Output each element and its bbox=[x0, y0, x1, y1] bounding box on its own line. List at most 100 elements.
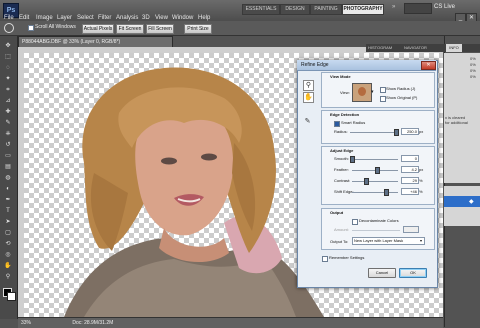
view-mode-heading: View Mode bbox=[330, 74, 351, 79]
eyedropper-tool-icon[interactable]: ⊿ bbox=[3, 97, 13, 105]
chevron-down-icon: ▾ bbox=[419, 238, 422, 243]
print-size-button[interactable]: Print Size bbox=[184, 24, 212, 34]
selected-layer-row[interactable]: ◆ bbox=[444, 196, 480, 207]
shift-edge-unit: % bbox=[419, 189, 423, 194]
shift-edge-field[interactable]: +46 bbox=[401, 188, 419, 195]
amount-field[interactable] bbox=[403, 226, 419, 233]
quick-select-tool-icon[interactable]: ✦ bbox=[3, 75, 13, 83]
dialog-close-button[interactable]: ✕ bbox=[421, 61, 436, 70]
workspace-design[interactable]: DESIGN bbox=[280, 4, 310, 15]
radius-slider-track bbox=[350, 132, 398, 133]
fit-screen-button[interactable]: Fit Screen bbox=[116, 24, 144, 34]
document-tab[interactable]: P88044ABG.DBF @ 33% (Layer 0, RGB/8*) bbox=[18, 36, 173, 47]
cs-live-button[interactable]: CS Live bbox=[434, 4, 455, 10]
status-bar: 33% Doc: 28.9M/31.2M bbox=[18, 317, 443, 328]
tab-info[interactable]: INFO bbox=[446, 44, 462, 52]
output-to-value: New Layer with Layer Mask bbox=[354, 238, 404, 243]
contrast-unit: % bbox=[419, 178, 423, 183]
type-tool-icon[interactable]: T bbox=[3, 207, 13, 215]
feather-label: Feather: bbox=[334, 167, 349, 172]
info-note: for additional bbox=[445, 120, 468, 125]
clone-stamp-icon[interactable]: ⎈ bbox=[3, 130, 13, 138]
blur-tool-icon[interactable]: ◍ bbox=[3, 174, 13, 182]
smooth-label: Smooth: bbox=[334, 156, 349, 161]
amount-label: Amount: bbox=[334, 227, 349, 232]
3d-rotate-icon[interactable]: ⟲ bbox=[3, 240, 13, 248]
scroll-all-checkbox[interactable] bbox=[28, 25, 34, 31]
dodge-tool-icon[interactable]: ◐ bbox=[3, 185, 13, 193]
info-value: 0% bbox=[470, 62, 476, 67]
ok-button[interactable]: OK bbox=[399, 268, 427, 278]
view-dropdown-chevron-icon[interactable]: ▾ bbox=[371, 89, 374, 95]
path-select-icon[interactable]: ➤ bbox=[3, 218, 13, 226]
show-original-label: Show Original (P) bbox=[386, 95, 418, 100]
hand-tool-icon[interactable]: ✋ bbox=[3, 262, 13, 270]
history-brush-icon[interactable]: ↺ bbox=[3, 141, 13, 149]
contrast-field[interactable]: 29 bbox=[401, 177, 419, 184]
smooth-slider-track bbox=[352, 159, 398, 160]
pen-tool-icon[interactable]: ✒ bbox=[3, 196, 13, 204]
adjust-edge-heading: Adjust Edge bbox=[330, 148, 354, 153]
output-heading: Output bbox=[330, 210, 344, 215]
layer-options-icon[interactable]: ◆ bbox=[469, 198, 474, 205]
feather-slider-knob[interactable] bbox=[375, 167, 380, 174]
fill-screen-button[interactable]: Fill Screen bbox=[146, 24, 174, 34]
tab-navigator[interactable]: NAVIGATOR bbox=[404, 44, 436, 52]
refine-radius-brush-icon[interactable]: ✎ bbox=[303, 117, 312, 126]
background-color-swatch[interactable] bbox=[7, 292, 16, 301]
actual-pixels-button[interactable]: Actual Pixels bbox=[82, 24, 114, 34]
cancel-button[interactable]: Cancel bbox=[368, 268, 396, 278]
search-help-field[interactable] bbox=[404, 3, 432, 14]
output-to-select[interactable]: New Layer with Layer Mask ▾ bbox=[352, 237, 425, 245]
crop-tool-icon[interactable]: ⌗ bbox=[3, 86, 13, 94]
hand-tool-icon[interactable] bbox=[4, 23, 14, 33]
workspace-chevron-icon[interactable]: » bbox=[392, 4, 395, 10]
brush-tool-icon[interactable]: ✎ bbox=[3, 119, 13, 127]
marquee-tool-icon[interactable]: ⬚ bbox=[3, 53, 13, 61]
tab-histogram[interactable]: HISTOGRAM bbox=[368, 44, 398, 52]
dialog-title: Refine Edge bbox=[297, 60, 436, 71]
healing-brush-icon[interactable]: ✚ bbox=[3, 108, 13, 116]
edge-detection-heading: Edge Detection bbox=[330, 112, 360, 117]
radius-field[interactable]: 250.0 bbox=[401, 128, 419, 135]
view-mode-thumbnail[interactable] bbox=[352, 83, 372, 102]
3d-camera-icon[interactable]: ◎ bbox=[3, 251, 13, 259]
remember-settings-checkbox[interactable] bbox=[322, 256, 328, 262]
view-thumbnail-icon bbox=[358, 87, 366, 96]
contrast-slider-knob[interactable] bbox=[364, 178, 369, 185]
smart-radius-label: Smart Radius bbox=[341, 120, 366, 125]
move-tool-icon[interactable]: ✥ bbox=[3, 42, 13, 50]
workspace-essentials[interactable]: ESSENTIALS bbox=[242, 4, 280, 15]
feather-unit: px bbox=[419, 167, 424, 172]
smart-radius-checkbox[interactable] bbox=[334, 121, 340, 127]
smooth-slider-knob[interactable] bbox=[350, 156, 355, 163]
decontaminate-checkbox[interactable] bbox=[352, 219, 358, 225]
smooth-field[interactable]: 0 bbox=[401, 155, 419, 162]
hand-tool-icon[interactable]: ✋ bbox=[303, 92, 314, 103]
output-to-label: Output To: bbox=[330, 239, 349, 244]
eraser-tool-icon[interactable]: ▭ bbox=[3, 152, 13, 160]
workspace-painting[interactable]: PAINTING bbox=[310, 4, 342, 15]
contrast-slider-track bbox=[352, 181, 398, 182]
gradient-tool-icon[interactable]: ▤ bbox=[3, 163, 13, 171]
shift-edge-slider-knob[interactable] bbox=[384, 189, 389, 196]
info-panel: 0% 0% 0% 0% x is cleared for additional bbox=[444, 53, 480, 183]
show-radius-label: Show Radius (J) bbox=[386, 86, 416, 91]
info-value: 0% bbox=[470, 56, 476, 61]
radius-slider-knob[interactable] bbox=[394, 129, 399, 136]
doc-size: Doc: 28.9M/31.2M bbox=[72, 320, 114, 326]
shape-tool-icon[interactable]: ▢ bbox=[3, 229, 13, 237]
workspace-photography[interactable]: PHOTOGRAPHY bbox=[342, 4, 384, 15]
zoom-tool-icon[interactable]: ⚲ bbox=[3, 273, 13, 281]
info-value: 0% bbox=[470, 68, 476, 73]
amount-slider-track bbox=[352, 230, 400, 231]
radius-label: Radius: bbox=[334, 129, 348, 134]
scroll-all-label: Scroll All Windows bbox=[35, 24, 76, 30]
zoom-tool-icon[interactable]: ⚲ bbox=[303, 80, 314, 91]
zoom-level[interactable]: 33% bbox=[21, 320, 31, 326]
lasso-tool-icon[interactable]: ◌ bbox=[3, 64, 13, 72]
view-label: View: bbox=[340, 90, 350, 95]
shift-edge-slider-track bbox=[352, 192, 398, 193]
feather-field[interactable]: 4.2 bbox=[401, 166, 419, 173]
radius-unit: px bbox=[419, 129, 424, 134]
